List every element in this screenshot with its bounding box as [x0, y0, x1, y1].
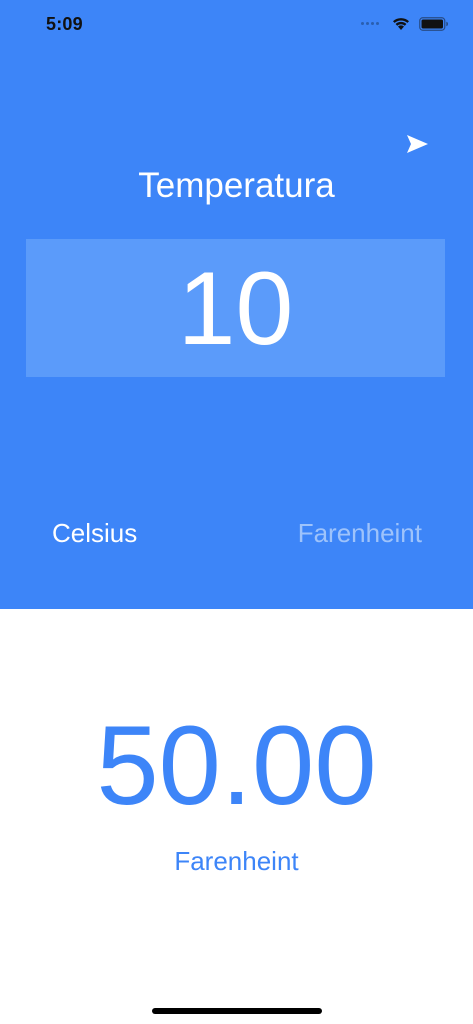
home-indicator[interactable]: [152, 1008, 322, 1014]
send-icon: [407, 135, 428, 153]
unit-option-celsius[interactable]: Celsius: [52, 518, 137, 549]
status-time: 5:09: [46, 14, 83, 34]
status-icons: [361, 16, 449, 31]
signal-icon: [361, 22, 379, 25]
result-unit-label: Farenheint: [174, 846, 299, 876]
send-button[interactable]: [404, 132, 430, 156]
status-bar: 5:09: [0, 0, 473, 50]
battery-icon: [419, 16, 448, 31]
wifi-icon: [393, 18, 409, 30]
temperature-input[interactable]: 10: [26, 239, 445, 377]
result-value: 50.00: [96, 703, 377, 828]
temperature-input-value: 10: [177, 251, 294, 367]
page-title: Temperatura: [138, 166, 335, 205]
app-screen: 5:09 Temperatura 10 Celsius Farenheint 5…: [0, 0, 473, 1024]
input-panel: 5:09 Temperatura 10 Celsius Farenheint: [0, 0, 473, 609]
unit-option-fahrenheit[interactable]: Farenheint: [298, 518, 422, 549]
